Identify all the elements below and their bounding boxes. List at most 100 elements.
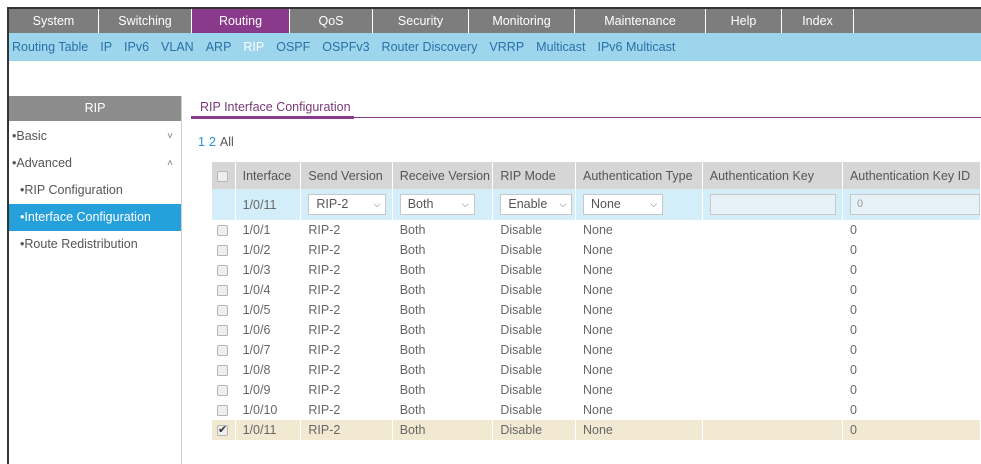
row-checkbox[interactable] bbox=[217, 245, 228, 257]
chevron-up-icon: ˄ bbox=[167, 158, 173, 169]
cell-send-version: RIP-2 bbox=[300, 400, 393, 420]
tab-security[interactable]: Security bbox=[373, 9, 469, 33]
row-checkbox-cell bbox=[212, 220, 236, 240]
cell-receive-version: Both bbox=[392, 360, 494, 380]
table-row[interactable]: 1/0/8 RIP-2 Both Disable None 0 bbox=[212, 360, 981, 380]
cell-authentication-type: None bbox=[575, 380, 703, 400]
subnav-ospf[interactable]: OSPF bbox=[276, 40, 310, 54]
content-tab-rip-interface-configuration[interactable]: RIP Interface Configuration bbox=[200, 100, 351, 114]
row-checkbox-cell bbox=[212, 260, 236, 280]
header-select-all[interactable] bbox=[212, 162, 236, 189]
send-version-select[interactable]: RIP-2 ⌵ bbox=[308, 194, 387, 215]
cell-authentication-key bbox=[702, 420, 843, 440]
row-checkbox[interactable] bbox=[217, 225, 228, 237]
page-link-1[interactable]: 1 bbox=[198, 135, 205, 149]
cell-receive-version: Both bbox=[392, 280, 494, 300]
sidebar-item-label: Advanced bbox=[16, 156, 72, 170]
row-checkbox[interactable] bbox=[217, 265, 228, 277]
tab-maintenance[interactable]: Maintenance bbox=[575, 9, 706, 33]
row-checkbox[interactable] bbox=[217, 325, 228, 337]
cell-rip-mode: Disable bbox=[492, 400, 576, 420]
subnav-routing-table[interactable]: Routing Table bbox=[12, 40, 88, 54]
cell-authentication-key bbox=[702, 240, 843, 260]
cell-authentication-key-id: 0 bbox=[842, 340, 981, 360]
row-checkbox-cell bbox=[212, 320, 236, 340]
sidebar-item-advanced[interactable]: •Advanced ˄ bbox=[9, 150, 181, 177]
tab-switching[interactable]: Switching bbox=[99, 9, 192, 33]
sidebar-item-label: Basic bbox=[16, 129, 47, 143]
sidebar-item-interface-configuration[interactable]: •Interface Configuration bbox=[9, 204, 181, 231]
table-row[interactable]: 1/0/7 RIP-2 Both Disable None 0 bbox=[212, 340, 981, 360]
cell-authentication-key-id: 0 bbox=[842, 300, 981, 320]
subnav-router-discovery[interactable]: Router Discovery bbox=[382, 40, 478, 54]
cell-interface: 1/0/9 bbox=[235, 380, 302, 400]
row-checkbox[interactable] bbox=[217, 285, 228, 297]
cell-rip-mode: Disable bbox=[492, 240, 576, 260]
subnav-vrrp[interactable]: VRRP bbox=[489, 40, 524, 54]
tab-monitoring[interactable]: Monitoring bbox=[469, 9, 575, 33]
cell-authentication-type: None bbox=[575, 420, 703, 440]
subnav-ipv6[interactable]: IPv6 bbox=[124, 40, 149, 54]
row-checkbox[interactable] bbox=[217, 423, 228, 437]
table-row[interactable]: 1/0/5 RIP-2 Both Disable None 0 bbox=[212, 300, 981, 320]
row-checkbox[interactable] bbox=[217, 385, 228, 397]
row-checkbox[interactable] bbox=[217, 305, 228, 317]
table-row[interactable]: 1/0/3 RIP-2 Both Disable None 0 bbox=[212, 260, 981, 280]
header-authentication-key-id: Authentication Key ID bbox=[842, 162, 981, 189]
page-link-all[interactable]: All bbox=[220, 135, 234, 149]
cell-receive-version: Both bbox=[392, 220, 494, 240]
edit-receive-version-cell: Both ⌵ bbox=[392, 189, 494, 220]
rip-mode-select[interactable]: Enable ⌵ bbox=[500, 194, 573, 215]
cell-receive-version: Both bbox=[392, 240, 494, 260]
content-tab-underline bbox=[191, 116, 354, 119]
table-row[interactable]: 1/0/9 RIP-2 Both Disable None 0 bbox=[212, 380, 981, 400]
header-interface: Interface bbox=[235, 162, 302, 189]
subnav-ip[interactable]: IP bbox=[100, 40, 112, 54]
subnav-rip[interactable]: RIP bbox=[243, 40, 264, 54]
edit-auth-type-cell: None ⌵ bbox=[575, 189, 703, 220]
cell-authentication-type: None bbox=[575, 260, 703, 280]
subnav-ospfv3[interactable]: OSPFv3 bbox=[322, 40, 369, 54]
subnav-ipv6-multicast[interactable]: IPv6 Multicast bbox=[597, 40, 675, 54]
subnav-multicast[interactable]: Multicast bbox=[536, 40, 585, 54]
cell-rip-mode: Disable bbox=[492, 260, 576, 280]
tab-help[interactable]: Help bbox=[706, 9, 782, 33]
tab-qos[interactable]: QoS bbox=[290, 9, 373, 33]
select-all-checkbox[interactable] bbox=[217, 170, 228, 182]
cell-rip-mode: Disable bbox=[492, 320, 576, 340]
row-checkbox[interactable] bbox=[217, 405, 228, 417]
sidebar-item-route-redistribution[interactable]: •Route Redistribution bbox=[9, 231, 181, 258]
cell-authentication-type: None bbox=[575, 340, 703, 360]
tab-index[interactable]: Index bbox=[782, 9, 854, 33]
row-checkbox-cell bbox=[212, 340, 236, 360]
table-row[interactable]: 1/0/10 RIP-2 Both Disable None 0 bbox=[212, 400, 981, 420]
cell-interface: 1/0/2 bbox=[235, 240, 302, 260]
tab-system[interactable]: System bbox=[9, 9, 99, 33]
cell-authentication-key bbox=[702, 320, 843, 340]
sidebar-item-rip-configuration[interactable]: •RIP Configuration bbox=[9, 177, 181, 204]
cell-rip-mode: Disable bbox=[492, 300, 576, 320]
auth-type-select[interactable]: None ⌵ bbox=[583, 194, 663, 215]
subnav-vlan[interactable]: VLAN bbox=[161, 40, 194, 54]
table-row[interactable]: 1/0/2 RIP-2 Both Disable None 0 bbox=[212, 240, 981, 260]
row-checkbox-cell bbox=[212, 240, 236, 260]
header-authentication-key: Authentication Key bbox=[702, 162, 843, 189]
cell-authentication-key bbox=[702, 260, 843, 280]
row-checkbox[interactable] bbox=[217, 345, 228, 357]
cell-authentication-key-id: 0 bbox=[842, 240, 981, 260]
auth-key-id-input[interactable]: 0 bbox=[849, 194, 980, 215]
row-checkbox[interactable] bbox=[217, 365, 228, 377]
auth-key-input[interactable] bbox=[709, 194, 836, 215]
page-link-2[interactable]: 2 bbox=[209, 135, 216, 149]
receive-version-select[interactable]: Both ⌵ bbox=[399, 194, 475, 215]
table-row[interactable]: 1/0/1 RIP-2 Both Disable None 0 bbox=[212, 220, 981, 240]
table-row[interactable]: 1/0/11RIP-2BothDisableNone 0 bbox=[212, 420, 981, 440]
subnav-arp[interactable]: ARP bbox=[206, 40, 232, 54]
pager: 1 2 All bbox=[198, 135, 238, 149]
sidebar-item-basic[interactable]: •Basic ˅ bbox=[9, 123, 181, 150]
cell-authentication-key bbox=[702, 380, 843, 400]
table-row[interactable]: 1/0/4 RIP-2 Both Disable None 0 bbox=[212, 280, 981, 300]
table-row[interactable]: 1/0/6 RIP-2 Both Disable None 0 bbox=[212, 320, 981, 340]
cell-send-version: RIP-2 bbox=[300, 320, 393, 340]
tab-routing[interactable]: Routing bbox=[192, 9, 290, 33]
